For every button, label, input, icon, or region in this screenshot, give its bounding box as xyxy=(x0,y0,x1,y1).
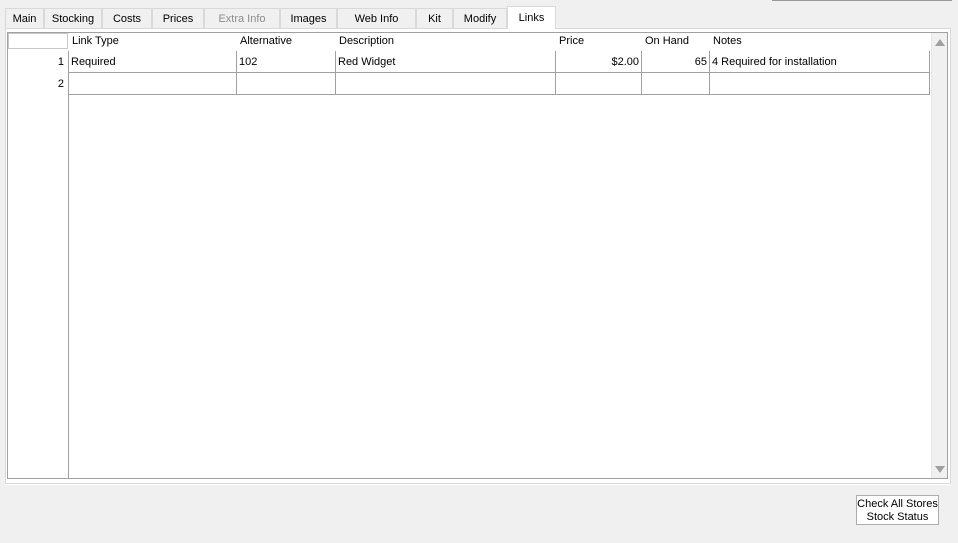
button-label-line: Stock Status xyxy=(866,511,929,523)
vertical-scrollbar[interactable] xyxy=(931,33,947,478)
cell-link-type[interactable] xyxy=(69,73,237,95)
cell-description[interactable] xyxy=(336,73,556,95)
tab-links[interactable]: Links xyxy=(507,6,556,29)
tab-extra-info: Extra Info xyxy=(204,8,280,28)
column-header-price[interactable]: Price xyxy=(556,33,642,51)
check-all-stores-stock-status-button[interactable]: Check All Stores Stock Status xyxy=(856,495,939,525)
tab-stocking[interactable]: Stocking xyxy=(44,8,102,28)
cell-on-hand[interactable] xyxy=(642,73,710,95)
tab-web-info[interactable]: Web Info xyxy=(337,8,416,28)
tab-images[interactable]: Images xyxy=(280,8,337,28)
bottom-bar: Check All Stores Stock Status xyxy=(5,484,951,541)
grid-corner xyxy=(8,33,68,49)
cell-link-type[interactable]: Required xyxy=(69,51,237,73)
row-number[interactable]: 2 xyxy=(8,73,64,95)
column-header-notes[interactable]: Notes xyxy=(710,33,930,51)
row-number[interactable]: 1 xyxy=(8,51,64,73)
cell-notes[interactable] xyxy=(710,73,930,95)
window-edge-line xyxy=(772,0,952,1)
cell-alternative[interactable] xyxy=(237,73,336,95)
cell-on-hand[interactable]: 65 xyxy=(642,51,710,73)
tab-main[interactable]: Main xyxy=(5,8,44,28)
cell-description[interactable]: Red Widget xyxy=(336,51,556,73)
scroll-up-icon[interactable] xyxy=(935,39,945,46)
links-grid[interactable]: Link Type Alternative Description Price … xyxy=(7,32,948,479)
tab-kit[interactable]: Kit xyxy=(416,8,453,28)
cell-price[interactable]: $2.00 xyxy=(556,51,642,73)
button-label-line: Check All Stores xyxy=(857,498,938,510)
cell-notes[interactable]: 4 Required for installation xyxy=(710,51,930,73)
tab-prices[interactable]: Prices xyxy=(152,8,204,28)
column-header-on-hand[interactable]: On Hand xyxy=(642,33,710,51)
column-header-alternative[interactable]: Alternative xyxy=(237,33,336,51)
row-header-divider xyxy=(68,51,69,478)
column-header-link-type[interactable]: Link Type xyxy=(69,33,237,51)
cell-price[interactable] xyxy=(556,73,642,95)
cell-alternative[interactable]: 102 xyxy=(237,51,336,73)
tab-costs[interactable]: Costs xyxy=(102,8,152,28)
scroll-down-icon[interactable] xyxy=(935,466,945,473)
column-header-description[interactable]: Description xyxy=(336,33,556,51)
tab-modify[interactable]: Modify xyxy=(453,8,507,28)
